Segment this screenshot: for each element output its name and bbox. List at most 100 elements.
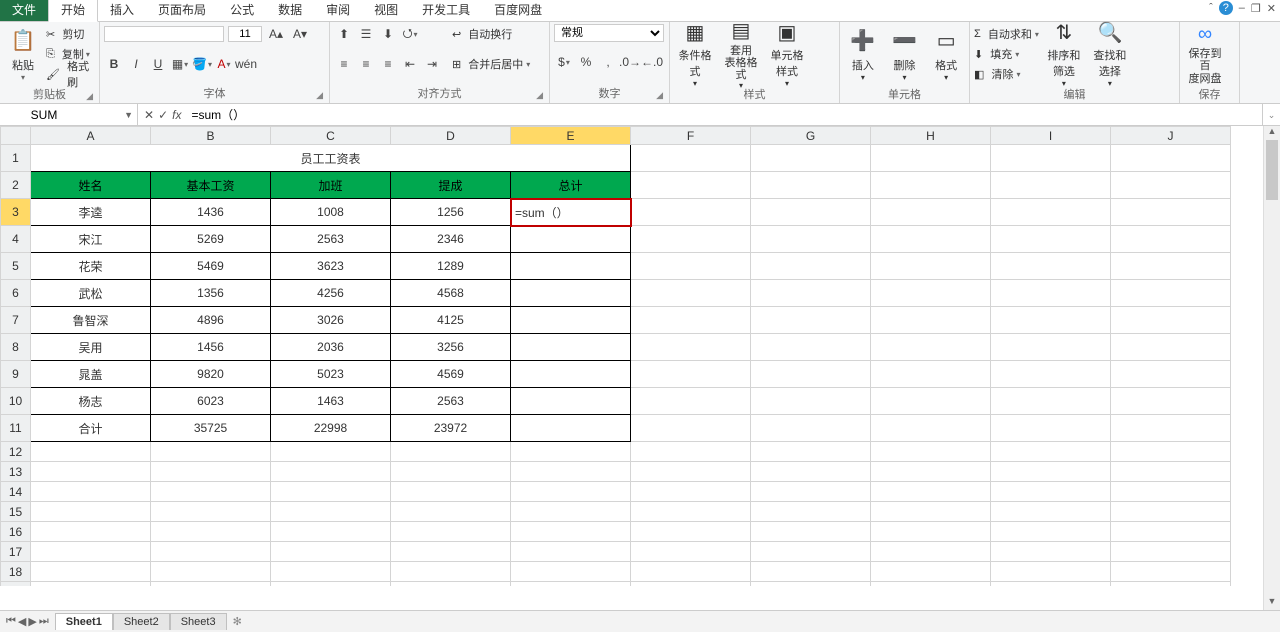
row-header[interactable]: 5	[1, 253, 31, 280]
tab-dev[interactable]: 开发工具	[410, 0, 482, 21]
col-header-e[interactable]: E	[511, 127, 631, 145]
data-cell[interactable]: 4896	[151, 307, 271, 334]
table-header[interactable]: 提成	[391, 172, 511, 199]
data-cell[interactable]: 杨志	[31, 388, 151, 415]
col-header-g[interactable]: G	[751, 127, 871, 145]
orientation-icon[interactable]: ⭯	[400, 24, 420, 44]
data-cell[interactable]: 吴用	[31, 334, 151, 361]
tab-view[interactable]: 视图	[362, 0, 410, 21]
active-cell[interactable]: =sum（）	[511, 199, 631, 226]
merge-center-button[interactable]: ⊞ 合并后居中	[452, 54, 530, 74]
help-icon[interactable]: ?	[1219, 1, 1233, 15]
font-size-select[interactable]	[228, 26, 262, 42]
sort-filter-button[interactable]: ⇅排序和筛选▾	[1043, 24, 1085, 84]
data-cell[interactable]: 合计	[31, 415, 151, 442]
data-cell[interactable]: 花荣	[31, 253, 151, 280]
row-header[interactable]: 1	[1, 145, 31, 172]
row-header[interactable]: 14	[1, 482, 31, 502]
data-cell[interactable]: 1256	[391, 199, 511, 226]
shrink-font-icon[interactable]: A▾	[290, 24, 310, 44]
number-format-select[interactable]: 常规	[554, 24, 664, 42]
data-cell[interactable]	[511, 280, 631, 307]
tab-data[interactable]: 数据	[266, 0, 314, 21]
sheet-tab[interactable]: Sheet1	[55, 613, 113, 630]
sheet-first-icon[interactable]: ⏮	[6, 615, 16, 628]
data-cell[interactable]: 3623	[271, 253, 391, 280]
data-cell[interactable]: 李逵	[31, 199, 151, 226]
data-cell[interactable]: 武松	[31, 280, 151, 307]
cell-style-button[interactable]: ▣单元格样式▾	[766, 24, 808, 84]
save-baidu-button[interactable]: ∞保存到百 度网盘	[1184, 24, 1226, 84]
dec-decimal-icon[interactable]: ←.0	[642, 52, 662, 72]
data-cell[interactable]	[511, 361, 631, 388]
row-header[interactable]: 17	[1, 542, 31, 562]
table-header[interactable]: 姓名	[31, 172, 151, 199]
launcher-icon[interactable]: ◢	[656, 90, 663, 101]
data-cell[interactable]: 6023	[151, 388, 271, 415]
data-cell[interactable]	[511, 253, 631, 280]
font-name-select[interactable]	[104, 26, 224, 42]
data-cell[interactable]: 35725	[151, 415, 271, 442]
minimize-icon[interactable]: –	[1239, 2, 1245, 14]
cut-button[interactable]: ✂ 剪切	[46, 24, 95, 44]
scroll-up-icon[interactable]: ▲	[1264, 126, 1280, 140]
table-header[interactable]: 总计	[511, 172, 631, 199]
col-header-f[interactable]: F	[631, 127, 751, 145]
data-cell[interactable]: 晁盖	[31, 361, 151, 388]
align-top-icon[interactable]: ⬆	[334, 24, 354, 44]
col-header-d[interactable]: D	[391, 127, 511, 145]
data-cell[interactable]: 22998	[271, 415, 391, 442]
sheet-last-icon[interactable]: ⏭	[39, 615, 49, 628]
data-cell[interactable]: 2346	[391, 226, 511, 253]
format-painter-button[interactable]: 🖌 格式刷	[46, 64, 95, 84]
align-center-icon[interactable]: ≡	[356, 54, 376, 74]
row-header[interactable]: 8	[1, 334, 31, 361]
row-header[interactable]: 11	[1, 415, 31, 442]
tab-baidu[interactable]: 百度网盘	[482, 0, 554, 21]
data-cell[interactable]: 2563	[391, 388, 511, 415]
spreadsheet-grid[interactable]: A B C D E F G H I J 1 员工工资表 2 姓名 基本工资 加班…	[0, 126, 1280, 586]
fx-icon[interactable]: fx	[172, 108, 181, 122]
table-header[interactable]: 基本工资	[151, 172, 271, 199]
comma-icon[interactable]: ,	[598, 52, 618, 72]
align-middle-icon[interactable]: ☰	[356, 24, 376, 44]
launcher-icon[interactable]: ◢	[86, 91, 93, 102]
data-cell[interactable]: 5269	[151, 226, 271, 253]
data-cell[interactable]: 宋江	[31, 226, 151, 253]
data-cell[interactable]	[511, 334, 631, 361]
row-header[interactable]: 4	[1, 226, 31, 253]
data-cell[interactable]: 鲁智深	[31, 307, 151, 334]
restore-icon[interactable]: ❐	[1251, 2, 1261, 15]
row-header[interactable]: 6	[1, 280, 31, 307]
tab-insert[interactable]: 插入	[98, 0, 146, 21]
data-cell[interactable]	[511, 226, 631, 253]
tab-layout[interactable]: 页面布局	[146, 0, 218, 21]
data-cell[interactable]	[511, 415, 631, 442]
data-cell[interactable]: 3256	[391, 334, 511, 361]
underline-button[interactable]: U	[148, 54, 168, 74]
sheet-next-icon[interactable]: ▶	[28, 615, 36, 628]
wrap-text-button[interactable]: ↩ 自动换行	[452, 24, 530, 44]
align-right-icon[interactable]: ≡	[378, 54, 398, 74]
tab-review[interactable]: 审阅	[314, 0, 362, 21]
clear-button[interactable]: ◧ 清除	[974, 64, 1039, 84]
row-header[interactable]: 7	[1, 307, 31, 334]
expand-formula-bar-icon[interactable]: ⌄	[1262, 104, 1280, 125]
new-sheet-button[interactable]: ✻	[227, 613, 248, 630]
tab-file[interactable]: 文件	[0, 0, 48, 21]
format-cells-button[interactable]: ▭格式▾	[927, 24, 965, 84]
data-cell[interactable]: 4568	[391, 280, 511, 307]
data-cell[interactable]: 23972	[391, 415, 511, 442]
indent-dec-icon[interactable]: ⇤	[400, 54, 420, 74]
find-select-button[interactable]: 🔍查找和选择▾	[1089, 24, 1131, 84]
data-cell[interactable]: 1008	[271, 199, 391, 226]
tab-formula[interactable]: 公式	[218, 0, 266, 21]
data-cell[interactable]: 9820	[151, 361, 271, 388]
paste-button[interactable]: 📋 粘贴 ▾	[4, 24, 42, 84]
col-header-a[interactable]: A	[31, 127, 151, 145]
font-color-button[interactable]: A	[214, 54, 234, 74]
data-cell[interactable]: 2036	[271, 334, 391, 361]
launcher-icon[interactable]: ◢	[316, 90, 323, 101]
scroll-down-icon[interactable]: ▼	[1264, 596, 1280, 610]
data-cell[interactable]: 1463	[271, 388, 391, 415]
